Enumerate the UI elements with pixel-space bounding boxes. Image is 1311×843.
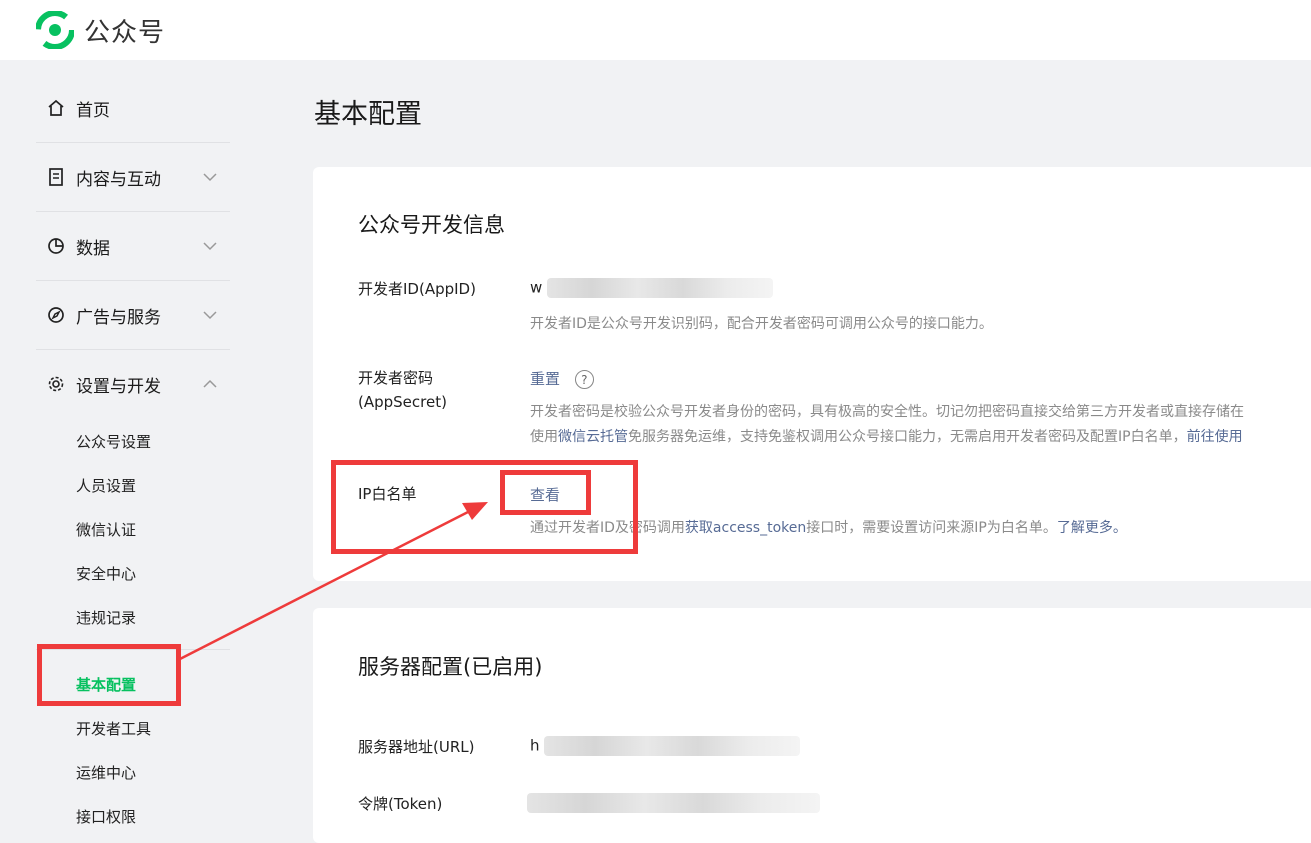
sidebar-item-label: 内容与互动 [76,169,161,190]
brand-name[interactable]: 公众号 [84,12,165,49]
chevron-up-icon [203,379,217,388]
server-url-label: 服务器地址(URL) [358,738,475,756]
masked-value [544,736,801,756]
server-url-value: h [530,736,801,756]
chevron-down-icon [203,311,217,320]
appsecret-description: 开发者密码是校验公众号开发者身份的密码，具有极高的安全性。切记勿把密码直接交给第… [530,404,1244,420]
appid-label: 开发者ID(AppID) [358,280,476,298]
reset-button[interactable]: 重置 [530,370,560,388]
gear-icon [46,374,66,394]
appsecret-label: 开发者密码(AppSecret) [358,369,447,411]
sidebar-item-label: 广告与服务 [76,307,161,328]
learn-more-link[interactable]: 了解更多。 [1057,520,1127,536]
sidebar-subitem-account-settings[interactable]: 公众号设置 [76,431,151,452]
sidebar-subitem-staff-settings[interactable]: 人员设置 [76,475,136,496]
annotation-box-basic-config [37,644,181,706]
sidebar-item-ads[interactable]: 广告与服务 [36,281,230,349]
appsecret-actions: 重置 ? [530,368,594,389]
section-title: 服务器配置(已启用) [358,655,543,679]
chevron-down-icon [203,173,217,182]
masked-value [547,278,774,298]
section-title: 公众号开发信息 [358,213,505,237]
appid-description: 开发者ID是公众号开发识别码，配合开发者密码可调用公众号的接口能力。 [530,316,993,332]
cloud-hosting-note: 使用微信云托管免服务器免运维，支持免鉴权调用公众号接口能力，无需启用开发者密码及… [530,429,1243,445]
sidebar-item-data[interactable]: 数据 [36,212,230,280]
sidebar-item-label: 首页 [76,100,110,121]
sidebar-item-home[interactable]: 首页 [36,74,230,142]
token-value [527,793,820,813]
masked-value [527,793,820,813]
sidebar-subitem-ops-center[interactable]: 运维中心 [76,762,136,783]
page-title: 基本配置 [314,99,422,130]
sidebar-subitem-violation-records[interactable]: 违规记录 [76,607,136,628]
annotation-box-ip-whitelist [331,460,638,554]
appid-value: w [530,278,774,298]
sidebar-subitem-wechat-verify[interactable]: 微信认证 [76,519,136,540]
sidebar-item-settings[interactable]: 设置与开发 [36,350,230,418]
annotation-box-view-button [500,470,591,515]
wechat-official-logo-icon[interactable] [36,11,74,49]
server-config-card: 服务器配置(已启用) 服务器地址(URL) h 令牌(Token) [313,608,1311,843]
sidebar-subitem-dev-tools[interactable]: 开发者工具 [76,718,151,739]
go-use-link[interactable]: 前往使用 [1187,429,1243,445]
document-icon [46,167,66,187]
home-icon [46,98,66,118]
sidebar-item-label: 设置与开发 [76,376,161,397]
cloud-hosting-link[interactable]: 微信云托管 [558,429,628,445]
compass-icon [46,305,66,325]
pie-chart-icon [46,236,66,256]
token-label: 令牌(Token) [358,795,443,813]
sidebar-item-content[interactable]: 内容与互动 [36,143,230,211]
sidebar-item-label: 数据 [76,238,110,259]
sidebar-subitem-api-permissions[interactable]: 接口权限 [76,806,136,827]
top-bar: 公众号 [0,0,1311,60]
access-token-link[interactable]: 获取access_token [685,520,806,536]
sidebar-subitem-security-center[interactable]: 安全中心 [76,563,136,584]
chevron-down-icon [203,242,217,251]
help-icon[interactable]: ? [574,370,594,389]
